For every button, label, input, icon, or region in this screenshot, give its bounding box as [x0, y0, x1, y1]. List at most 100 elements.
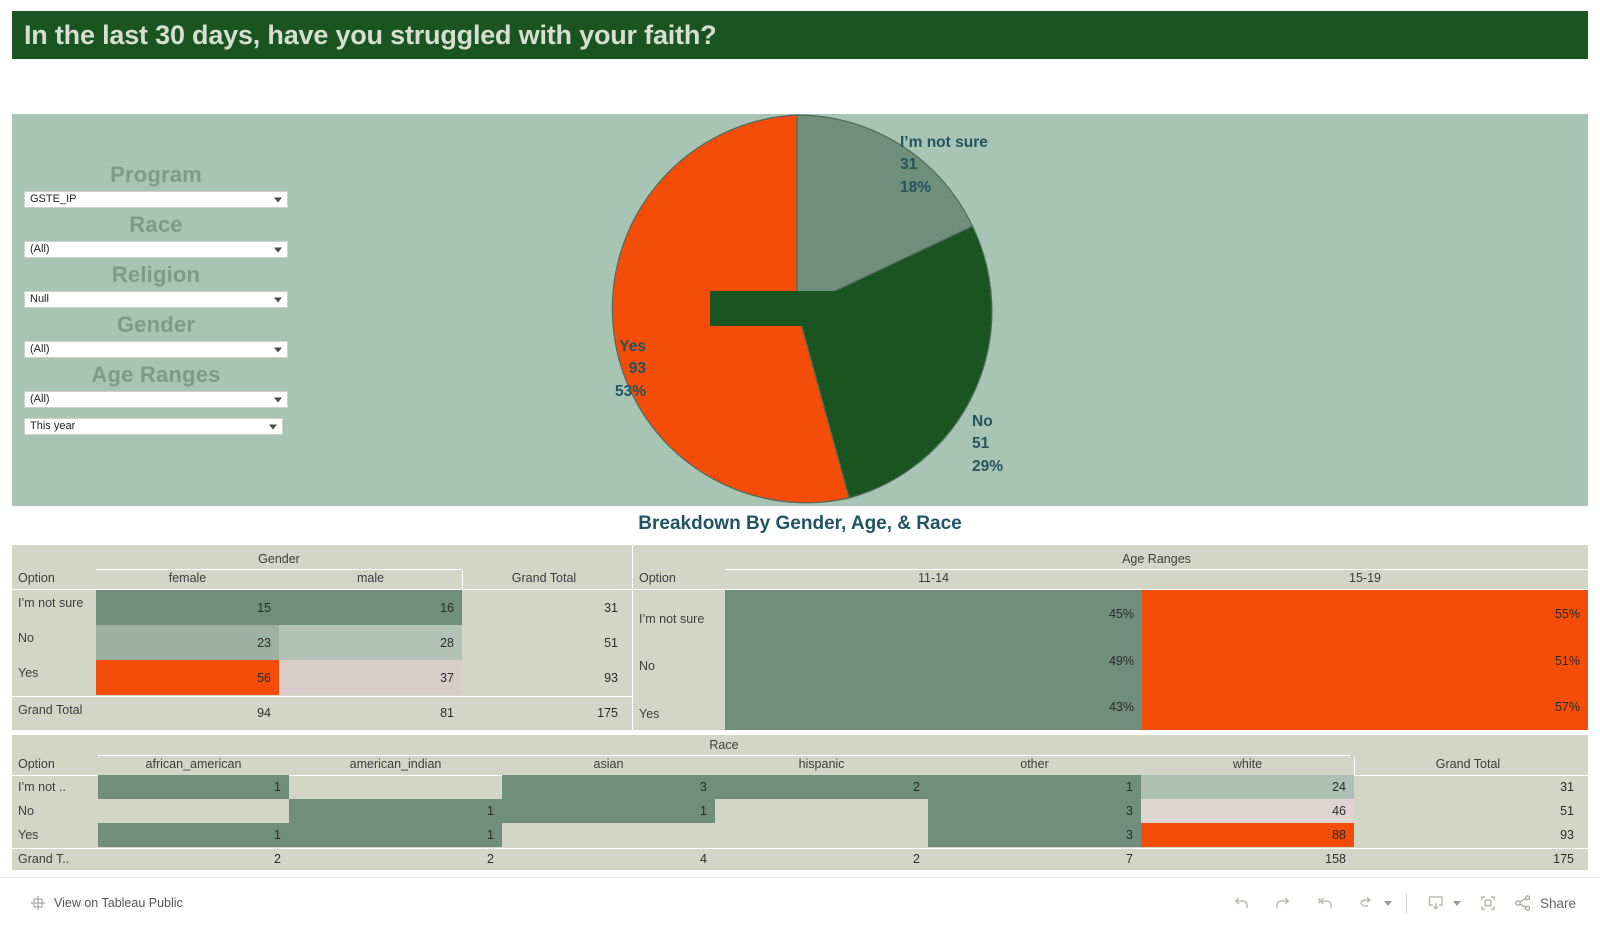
- age-cell-15-19-yes[interactable]: 57%: [1142, 684, 1588, 730]
- race-cell-african-american-no[interactable]: [98, 799, 289, 823]
- pie-label-im-not-sure: I’m not sure 31 18%: [900, 132, 988, 199]
- filter-select-race[interactable]: (All): [24, 241, 288, 258]
- gender-cell-female-yes[interactable]: 56: [96, 660, 279, 695]
- download-button[interactable]: [1415, 882, 1457, 924]
- age-cell-15-19-im-not-sure[interactable]: 55%: [1142, 590, 1588, 637]
- filter-panel: Program GSTE_IP Race (All) Religion Null…: [18, 158, 294, 435]
- pie-chart[interactable]: I’m not sure 31 18% No 51 29% Yes 93 53%: [572, 114, 1092, 506]
- age-cell-11-14-yes[interactable]: 43%: [725, 684, 1142, 730]
- gender-cell-male-im-not-sure[interactable]: 16: [279, 590, 462, 625]
- undo-icon: [1234, 897, 1248, 908]
- filter-label-religion: Religion: [111, 262, 201, 287]
- view-on-tableau-public-link[interactable]: View on Tableau Public: [30, 895, 183, 911]
- gender-grand-total-male: 81: [440, 706, 454, 720]
- race-col-white[interactable]: white: [1141, 757, 1354, 771]
- race-cell-hispanic-no[interactable]: [715, 799, 928, 823]
- race-cell-hispanic-im-not-sure[interactable]: 2: [715, 775, 928, 799]
- race-col-asian[interactable]: asian: [502, 757, 715, 771]
- pie-label-im-not-sure-percent: 18%: [900, 178, 932, 196]
- age-cell-15-19-no[interactable]: 51%: [1142, 637, 1588, 684]
- race-cell-white-no[interactable]: 46: [1141, 799, 1354, 823]
- pie-label-no: No 51 29%: [972, 411, 1003, 478]
- pie-label-yes-percent: 53%: [614, 382, 646, 400]
- gender-cell-female-im-not-sure[interactable]: 15: [96, 590, 279, 625]
- race-cell-white-yes[interactable]: 88: [1141, 823, 1354, 847]
- download-icon: [1428, 896, 1443, 911]
- gender-row-label-yes[interactable]: Yes: [18, 666, 38, 680]
- share-button[interactable]: Share: [1513, 893, 1578, 913]
- race-col-american-indian[interactable]: american_indian: [289, 757, 502, 771]
- gender-cell-male-no[interactable]: 28: [279, 625, 462, 660]
- race-cell-asian-im-not-sure[interactable]: 3: [502, 775, 715, 799]
- filter-select-religion[interactable]: Null: [24, 291, 288, 308]
- gender-col-male[interactable]: male: [279, 571, 462, 585]
- race-cell-other-im-not-sure[interactable]: 1: [928, 775, 1141, 799]
- race-grand-total-other: 7: [1126, 851, 1133, 866]
- filter-label-age-ranges: Age Ranges: [91, 362, 221, 387]
- race-grand-total-label: Grand T..: [18, 852, 70, 866]
- gender-col-female[interactable]: female: [96, 571, 279, 585]
- share-icon: [1515, 895, 1531, 911]
- age-row-label-yes[interactable]: Yes: [639, 707, 659, 721]
- race-cell-african-american-yes[interactable]: 1: [98, 823, 289, 847]
- race-grand-total-asian: 4: [700, 851, 707, 866]
- age-cell-11-14-no[interactable]: 49%: [725, 637, 1142, 684]
- gender-row-label-no[interactable]: No: [18, 631, 34, 645]
- age-cell-11-14-im-not-sure[interactable]: 45%: [725, 590, 1142, 637]
- race-grand-total-white: 158: [1325, 851, 1346, 866]
- tableau-logo-icon: [31, 895, 45, 910]
- gender-cell-total-yes: 93: [604, 670, 618, 685]
- race-cell-hispanic-yes[interactable]: [715, 823, 928, 847]
- age-col-11-14[interactable]: 11-14: [725, 571, 1142, 585]
- race-cell-asian-yes[interactable]: [502, 823, 715, 847]
- race-col-african-american[interactable]: african_american: [98, 757, 289, 771]
- pie-label-no-value: 51: [972, 435, 990, 453]
- chevron-down-icon: [274, 397, 282, 402]
- age-ranges-table[interactable]: Age Ranges Option 11-14 15-19 I’m not su…: [633, 545, 1588, 730]
- filter-select-date[interactable]: This year: [24, 418, 283, 435]
- gender-col-grand-total: Grand Total: [511, 571, 577, 585]
- filter-select-program[interactable]: GSTE_IP: [24, 191, 288, 208]
- pie-label-no-name: No: [972, 413, 993, 430]
- race-cell-american-indian-no[interactable]: 1: [289, 799, 502, 823]
- filter-select-gender[interactable]: (All): [24, 341, 288, 358]
- filter-select-age-ranges[interactable]: (All): [24, 391, 288, 408]
- race-row-label-im-not-sure[interactable]: I’m not ..: [18, 780, 66, 794]
- gender-table[interactable]: Gender Option female male Grand Total I’…: [12, 545, 632, 730]
- gender-row-label-im-not-sure[interactable]: I’m not sure: [18, 596, 83, 610]
- gender-cell-female-no[interactable]: 23: [96, 625, 279, 660]
- gender-group-header: Gender: [258, 552, 300, 566]
- pie-label-no-percent: 29%: [972, 457, 1004, 475]
- chevron-down-icon[interactable]: [1452, 900, 1461, 906]
- age-row-label-no[interactable]: No: [639, 659, 655, 673]
- race-col-other[interactable]: other: [928, 757, 1141, 771]
- race-cell-white-im-not-sure[interactable]: 24: [1141, 775, 1354, 799]
- bottom-toolbar: View on Tableau Public Share: [0, 877, 1600, 927]
- race-cell-other-no[interactable]: 3: [928, 799, 1141, 823]
- race-table[interactable]: Race Option african_american american_in…: [12, 735, 1588, 870]
- race-cell-other-yes[interactable]: 3: [928, 823, 1141, 847]
- chevron-down-icon: [274, 197, 282, 202]
- race-cell-asian-no[interactable]: 1: [502, 799, 715, 823]
- header-rule: [98, 755, 1350, 756]
- header-rule: [96, 569, 462, 570]
- revert-button[interactable]: [1304, 882, 1346, 924]
- race-cell-american-indian-yes[interactable]: 1: [289, 823, 502, 847]
- race-col-hispanic[interactable]: hispanic: [715, 757, 928, 771]
- race-cell-american-indian-im-not-sure[interactable]: [289, 775, 502, 799]
- fullscreen-button[interactable]: [1467, 882, 1509, 924]
- age-row-label-im-not-sure[interactable]: I’m not sure: [639, 612, 704, 626]
- chevron-down-icon[interactable]: [1383, 900, 1392, 906]
- race-group-header: Race: [709, 738, 739, 752]
- filter-label-race: Race: [129, 212, 183, 237]
- race-cell-african-american-im-not-sure[interactable]: 1: [98, 775, 289, 799]
- undo-button[interactable]: [1220, 882, 1262, 924]
- column-divider: [1354, 757, 1355, 775]
- pie-label-im-not-sure-name: I’m not sure: [900, 134, 988, 151]
- gender-cell-male-yes[interactable]: 37: [279, 660, 462, 695]
- refresh-button[interactable]: [1346, 882, 1388, 924]
- redo-button[interactable]: [1262, 882, 1304, 924]
- race-row-label-no[interactable]: No: [18, 804, 34, 818]
- age-col-15-19[interactable]: 15-19: [1142, 571, 1588, 585]
- race-row-label-yes[interactable]: Yes: [18, 828, 38, 842]
